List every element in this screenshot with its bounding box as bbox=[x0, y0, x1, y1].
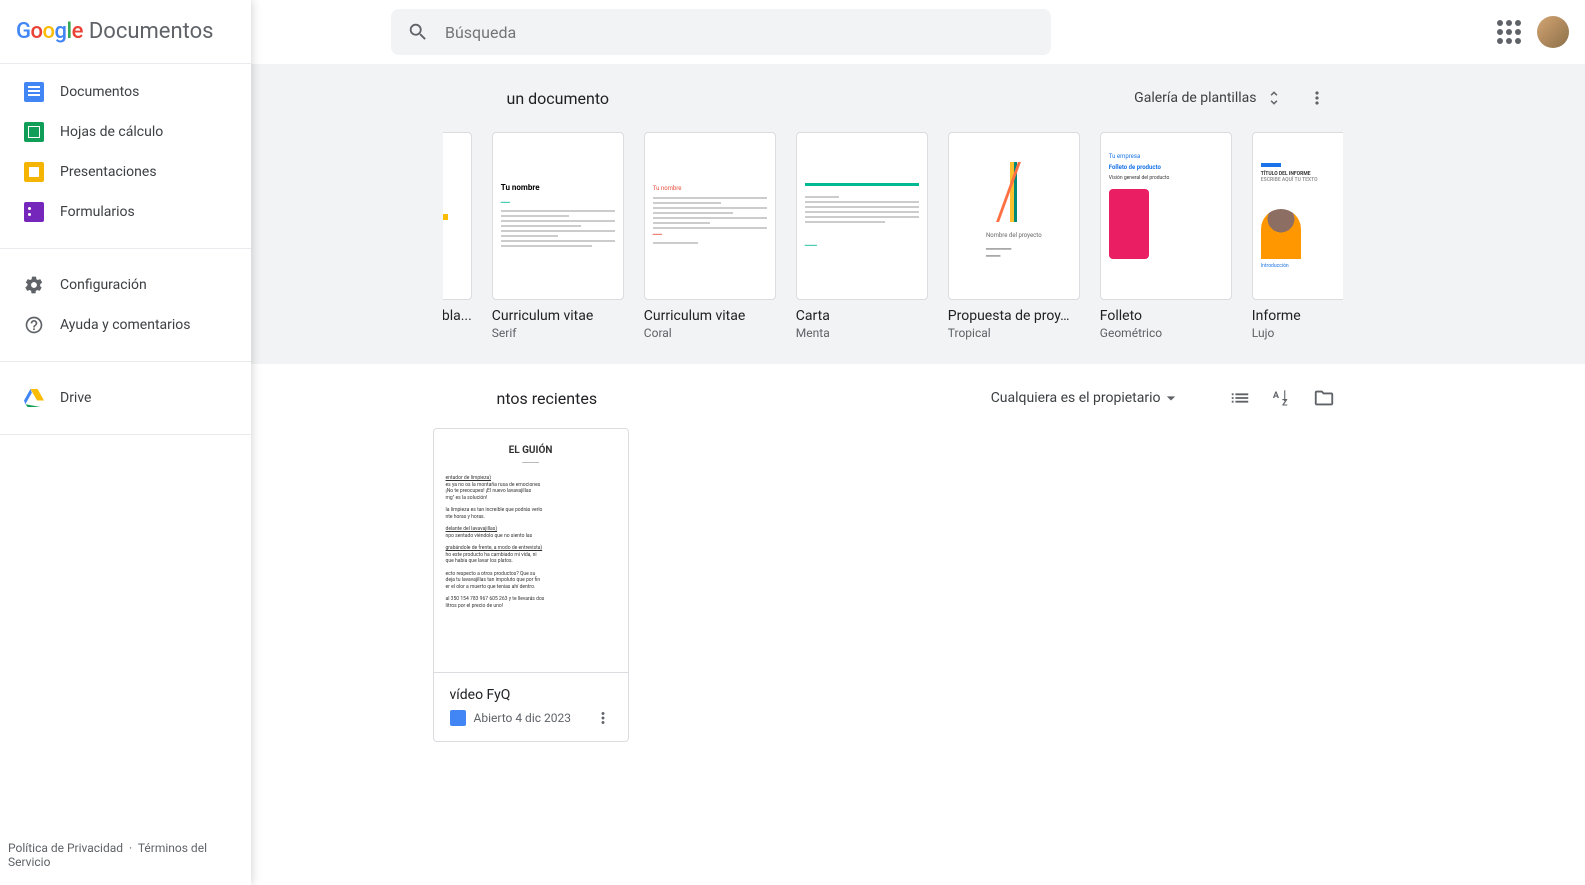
sidebar-item-label: Ayuda y comentarios bbox=[60, 317, 191, 333]
search-box[interactable] bbox=[391, 9, 1051, 55]
sidebar-item-label: Drive bbox=[60, 390, 91, 406]
google-logo: Google bbox=[16, 19, 83, 44]
view-controls: AZ bbox=[1229, 387, 1335, 409]
template-thumb: TÍTULO DEL INFORME ESCRIBE AQUÍ TU TEXTO… bbox=[1252, 132, 1343, 300]
sheets-icon bbox=[24, 122, 44, 142]
template-thumb: Tu empresa Folleto de producto Visión ge… bbox=[1100, 132, 1232, 300]
divider bbox=[0, 434, 251, 435]
template-name: Curriculum vitae bbox=[492, 308, 624, 324]
forms-icon bbox=[24, 202, 44, 222]
document-preview: EL GUIÓN ━━━━━━━ entador de limpieza)es … bbox=[434, 429, 628, 673]
template-subtitle: Serif bbox=[492, 326, 624, 340]
template-thumb: Tu nombre ━━━ bbox=[492, 132, 624, 300]
sidebar-item-label: Formularios bbox=[60, 204, 135, 220]
owner-filter-dropdown[interactable]: Cualquiera es el propietario bbox=[983, 384, 1189, 412]
list-icon bbox=[1229, 387, 1251, 409]
gear-icon bbox=[24, 275, 44, 295]
sidebar-item-drive[interactable]: Drive bbox=[0, 378, 251, 418]
svg-text:A: A bbox=[1272, 391, 1279, 401]
gallery-label: Galería de plantillas bbox=[1134, 90, 1256, 106]
sidebar-footer: Política de Privacidad · Términos del Se… bbox=[0, 825, 251, 885]
recent-title-partial: ntos recientes bbox=[497, 389, 598, 408]
sort-az-icon: AZ bbox=[1271, 387, 1293, 409]
recent-header: ntos recientes Cualquiera es el propieta… bbox=[443, 384, 1343, 412]
document-more-button[interactable] bbox=[594, 709, 612, 727]
template-name: Curriculum vitae bbox=[644, 308, 776, 324]
drive-icon bbox=[24, 388, 44, 408]
template-card-carta[interactable]: ━━━━ Carta Menta bbox=[796, 132, 928, 340]
template-thumb: Tu nombre ━━━ bbox=[644, 132, 776, 300]
folder-button[interactable] bbox=[1313, 387, 1335, 409]
sidebar-item-ayuda[interactable]: Ayuda y comentarios bbox=[0, 305, 251, 345]
template-name: Propuesta de proy… bbox=[948, 308, 1080, 324]
docs-icon bbox=[24, 82, 44, 102]
list-view-button[interactable] bbox=[1229, 387, 1251, 409]
avatar[interactable] bbox=[1537, 16, 1569, 48]
template-gallery-button[interactable]: Galería de plantillas bbox=[1126, 83, 1290, 113]
privacy-link[interactable]: Política de Privacidad bbox=[8, 841, 123, 855]
document-opened-date: Abierto 4 dic 2023 bbox=[474, 711, 571, 725]
sidebar-item-label: Presentaciones bbox=[60, 164, 157, 180]
folder-icon bbox=[1313, 387, 1335, 409]
product-name: Documentos bbox=[89, 19, 214, 44]
template-card-blank[interactable]: ...nto en bla... bbox=[443, 132, 472, 340]
sidebar-item-presentaciones[interactable]: Presentaciones bbox=[0, 152, 251, 192]
search-container bbox=[391, 9, 1051, 55]
help-icon bbox=[24, 315, 44, 335]
header-actions bbox=[1497, 16, 1569, 48]
sidebar-drawer: Google Documentos Documentos Hojas de cá… bbox=[0, 0, 251, 885]
templates-title-partial: un documento bbox=[507, 89, 610, 108]
template-subtitle: Coral bbox=[644, 326, 776, 340]
templates-row: ...nto en bla... Tu nombre ━━━ Curriculu… bbox=[443, 132, 1343, 340]
owner-filter-label: Cualquiera es el propietario bbox=[991, 390, 1161, 406]
template-name: Folleto bbox=[1100, 308, 1232, 324]
sidebar-item-configuracion[interactable]: Configuración bbox=[0, 265, 251, 305]
unfold-icon bbox=[1265, 89, 1283, 107]
docs-icon bbox=[450, 710, 466, 726]
template-subtitle: Menta bbox=[796, 326, 928, 340]
apps-icon[interactable] bbox=[1497, 20, 1521, 44]
sidebar-item-hojas[interactable]: Hojas de cálculo bbox=[0, 112, 251, 152]
preview-title: EL GUIÓN bbox=[446, 445, 616, 456]
search-icon bbox=[407, 21, 429, 43]
sort-button[interactable]: AZ bbox=[1271, 387, 1293, 409]
more-vert-icon bbox=[1307, 88, 1327, 108]
template-card-propuesta[interactable]: Nombre del proyecto━━━━━━━━━━━ Propuesta… bbox=[948, 132, 1080, 340]
document-card[interactable]: EL GUIÓN ━━━━━━━ entador de limpieza)es … bbox=[433, 428, 629, 742]
template-card-informe[interactable]: TÍTULO DEL INFORME ESCRIBE AQUÍ TU TEXTO… bbox=[1252, 132, 1343, 340]
search-input[interactable] bbox=[445, 23, 1035, 42]
sidebar-settings-group: Configuración Ayuda y comentarios bbox=[0, 257, 251, 353]
sidebar-item-documentos[interactable]: Documentos bbox=[0, 72, 251, 112]
templates-header: un documento Galería de plantillas bbox=[443, 80, 1343, 116]
sidebar-drive-group: Drive bbox=[0, 370, 251, 426]
template-name: Carta bbox=[796, 308, 928, 324]
footer-separator: · bbox=[129, 841, 132, 855]
divider bbox=[0, 248, 251, 249]
sidebar-item-label: Documentos bbox=[60, 84, 139, 100]
dropdown-icon bbox=[1161, 388, 1181, 408]
templates-more-button[interactable] bbox=[1299, 80, 1335, 116]
template-thumb bbox=[443, 132, 472, 300]
more-vert-icon bbox=[594, 709, 612, 727]
template-card-cv-serif[interactable]: Tu nombre ━━━ Curriculum vitae Serif bbox=[492, 132, 624, 340]
template-card-cv-coral[interactable]: Tu nombre ━━━ Curriculum vitae Coral bbox=[644, 132, 776, 340]
template-thumb: Nombre del proyecto━━━━━━━━━━━ bbox=[948, 132, 1080, 300]
sidebar-item-formularios[interactable]: Formularios bbox=[0, 192, 251, 232]
divider bbox=[0, 361, 251, 362]
template-name: Informe bbox=[1252, 308, 1343, 324]
template-subtitle: Tropical bbox=[948, 326, 1080, 340]
slides-icon bbox=[24, 162, 44, 182]
sidebar-item-label: Hojas de cálculo bbox=[60, 124, 163, 140]
sidebar-apps-group: Documentos Hojas de cálculo Presentacion… bbox=[0, 64, 251, 240]
template-subtitle: Geométrico bbox=[1100, 326, 1232, 340]
sidebar-logo-area[interactable]: Google Documentos bbox=[0, 0, 251, 64]
sidebar-item-label: Configuración bbox=[60, 277, 147, 293]
plus-icon bbox=[443, 198, 449, 234]
template-subtitle: Lujo bbox=[1252, 326, 1343, 340]
document-info: vídeo FyQ Abierto 4 dic 2023 bbox=[434, 673, 628, 741]
template-card-folleto[interactable]: Tu empresa Folleto de producto Visión ge… bbox=[1100, 132, 1232, 340]
template-name: ...nto en bla... bbox=[443, 308, 472, 324]
document-name: vídeo FyQ bbox=[450, 687, 612, 703]
template-thumb: ━━━━ bbox=[796, 132, 928, 300]
